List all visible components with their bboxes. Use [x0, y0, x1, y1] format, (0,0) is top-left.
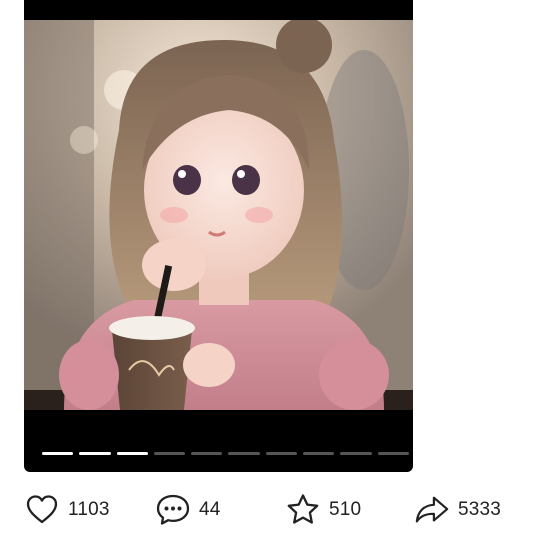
progress-segment [377, 452, 409, 455]
progress-segment [265, 452, 298, 455]
progress-segment [340, 452, 372, 455]
share-button[interactable]: 5333 [414, 490, 501, 530]
favorite-button[interactable]: 510 [285, 490, 361, 530]
post-actions-bar: 1103 44 510 5333 [0, 490, 540, 532]
post-image[interactable] [24, 20, 413, 410]
like-count: 1103 [68, 499, 110, 520]
girl-illustration [24, 20, 413, 410]
media-card[interactable] [24, 0, 413, 472]
share-count: 5333 [458, 499, 502, 520]
progress-segment [228, 452, 260, 455]
progress-segment [42, 452, 74, 455]
like-button[interactable]: 1103 [24, 490, 110, 530]
comment-bubble-icon [155, 492, 191, 528]
heart-icon [24, 492, 60, 528]
progress-segment [191, 452, 223, 455]
post-page: 1103 44 510 5333 [0, 0, 540, 540]
star-icon [285, 492, 321, 528]
progress-segment [79, 452, 111, 455]
image-carousel-progress [42, 452, 409, 455]
share-arrow-icon [414, 492, 450, 528]
progress-segment [116, 452, 148, 455]
progress-segment [303, 452, 335, 455]
comment-button[interactable]: 44 [155, 490, 221, 530]
comment-count: 44 [199, 499, 221, 520]
favorite-count: 510 [329, 499, 362, 520]
progress-segment [153, 452, 186, 455]
